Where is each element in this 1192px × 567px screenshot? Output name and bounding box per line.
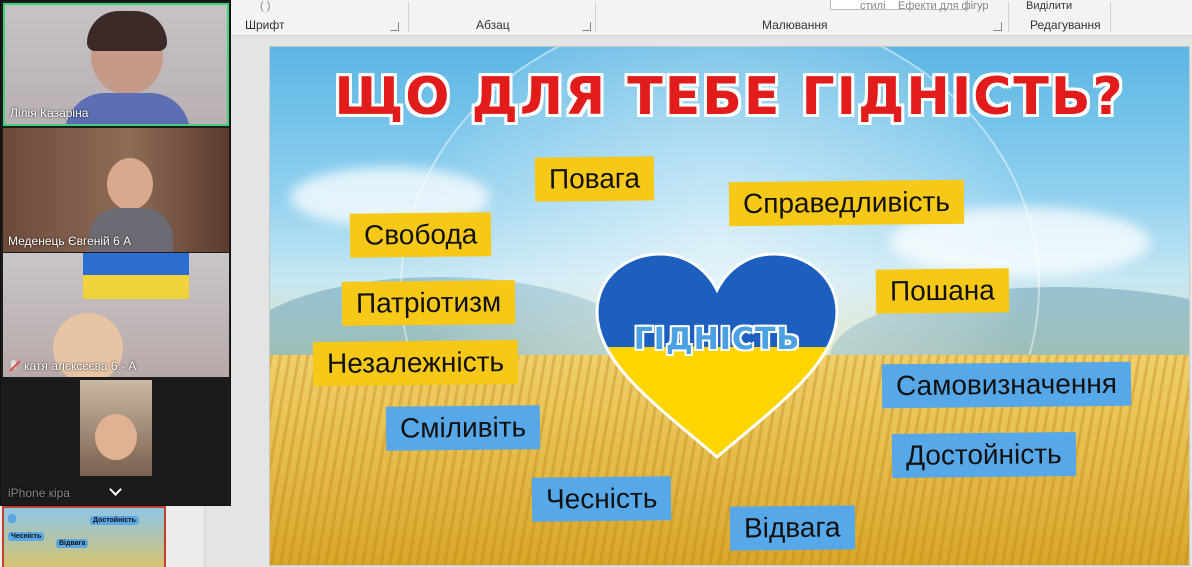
- font-dialog-launcher-icon[interactable]: [390, 22, 399, 31]
- select-button[interactable]: Виділити: [1026, 0, 1072, 12]
- participant-name: Лілія Казаріна: [10, 106, 89, 120]
- ribbon-separator: [1008, 2, 1009, 32]
- ribbon-group-drawing: Малювання: [762, 18, 828, 32]
- heart-graphic[interactable]: ГІДНІСТЬ: [592, 252, 842, 462]
- flag-yellow-decoration: [83, 275, 189, 299]
- word-dostoinist[interactable]: Достойність: [891, 432, 1076, 478]
- drawing-dialog-launcher-icon[interactable]: [993, 22, 1002, 31]
- styles-button[interactable]: стилі: [860, 0, 886, 12]
- slide-thumbnail[interactable]: Достойність Чесність Відвага: [2, 506, 166, 567]
- video-tile[interactable]: Меденець Євгеній 6 А: [3, 128, 229, 252]
- participant-video: [107, 158, 153, 210]
- word-spravedlyvist[interactable]: Справедливість: [728, 179, 965, 227]
- video-tile[interactable]: катя алєксєєва 6 - А: [3, 253, 229, 377]
- participant-name: Меденець Євгеній 6 А: [8, 234, 132, 248]
- shape-effects-button[interactable]: Ефекти для фігур: [898, 0, 989, 12]
- thumb-word: Відвага: [56, 539, 89, 548]
- ribbon-partial-icon[interactable]: ( ): [260, 0, 270, 12]
- video-gallery-panel[interactable]: Лілія Казаріна Меденець Євгеній 6 А катя…: [0, 0, 231, 506]
- thumb-word: Чесність: [8, 532, 45, 541]
- ribbon-group-font: Шрифт: [245, 18, 285, 32]
- ribbon-separator: [408, 2, 409, 32]
- thumb-word: [8, 514, 16, 523]
- word-poshana[interactable]: Пошана: [875, 268, 1010, 314]
- word-patriotyzm[interactable]: Патріотизм: [341, 280, 516, 326]
- video-tile[interactable]: Лілія Казаріна: [3, 3, 229, 126]
- muted-mic-icon: [8, 360, 20, 372]
- flag-blue-decoration: [83, 253, 189, 275]
- word-vidvaha[interactable]: Відвага: [729, 505, 855, 551]
- word-svoboda[interactable]: Свобода: [349, 212, 492, 258]
- heart-icon: [595, 252, 839, 459]
- word-chesnist[interactable]: Чесність: [531, 476, 672, 522]
- ribbon: ( ) Шрифт Абзац Малювання стилі Ефекти д…: [230, 0, 1192, 36]
- paragraph-dialog-launcher-icon[interactable]: [582, 22, 591, 31]
- thumb-word: Достойність: [90, 516, 139, 525]
- slide-canvas[interactable]: ЩО ДЛЯ ТЕБЕ ГІДНІСТЬ? ГІДНІСТЬ Повага Сп…: [269, 46, 1190, 566]
- participant-hair: [87, 11, 167, 51]
- chevron-down-icon[interactable]: [108, 483, 122, 497]
- heart-label: ГІДНІСТЬ: [633, 322, 801, 357]
- slide-editor-area: ЩО ДЛЯ ТЕБЕ ГІДНІСТЬ? ГІДНІСТЬ Повага Сп…: [205, 36, 1192, 567]
- participant-name: катя алєксєєва 6 - А: [8, 359, 136, 373]
- ribbon-separator: [1110, 2, 1111, 32]
- slide-title[interactable]: ЩО ДЛЯ ТЕБЕ ГІДНІСТЬ?: [270, 67, 1189, 127]
- participant-face: [95, 414, 137, 460]
- word-smilyvit[interactable]: Сміливіть: [385, 405, 541, 451]
- participant-name-text: катя алєксєєва 6 - А: [24, 359, 137, 373]
- ribbon-separator: [595, 2, 596, 32]
- word-nezalezhnist[interactable]: Незалежність: [312, 339, 519, 387]
- word-povaha[interactable]: Повага: [534, 156, 655, 202]
- word-samovyznachennia[interactable]: Самовизначення: [881, 361, 1132, 409]
- ribbon-group-paragraph: Абзац: [476, 18, 510, 32]
- app-window: ( ) Шрифт Абзац Малювання стилі Ефекти д…: [0, 0, 1192, 567]
- ribbon-group-editing: Редагування: [1030, 18, 1101, 32]
- participant-name: iPhone кіра: [8, 486, 70, 500]
